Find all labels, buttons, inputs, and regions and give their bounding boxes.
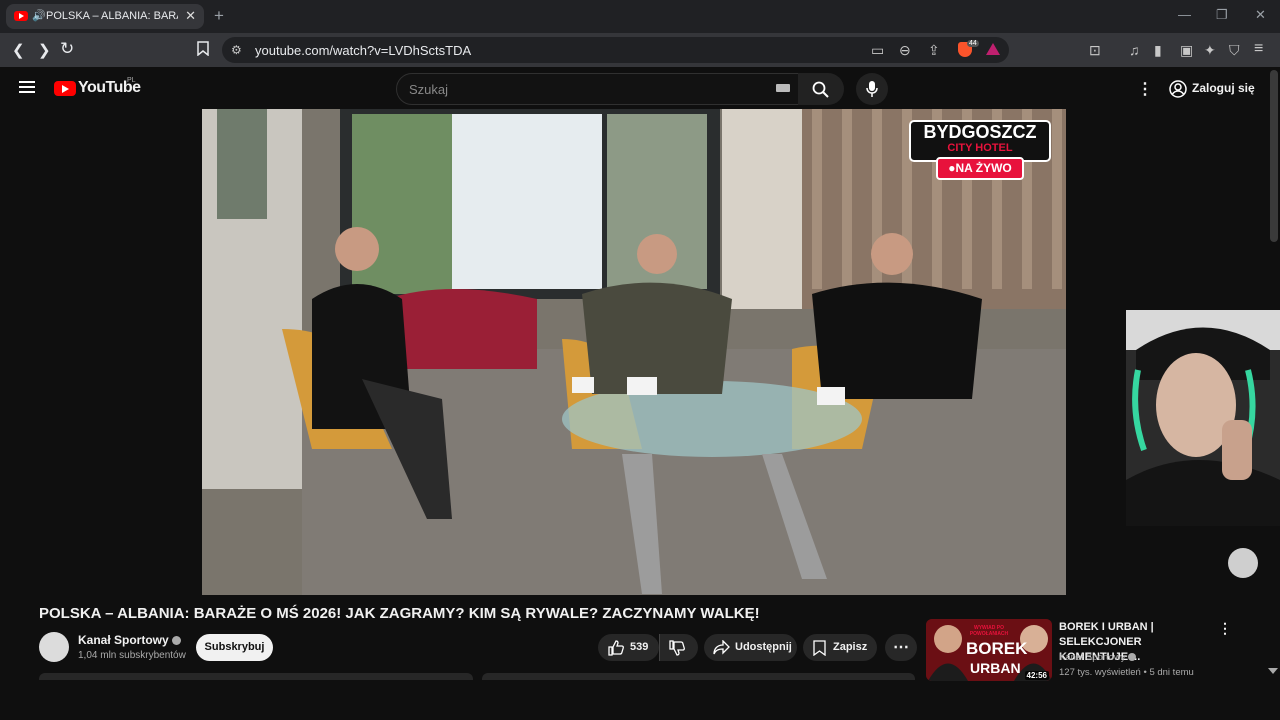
page-scrollbar[interactable] <box>1270 70 1278 242</box>
comments-card[interactable] <box>482 673 915 680</box>
search-icon <box>812 81 829 98</box>
zoom-icon[interactable]: ⊖ <box>899 42 911 59</box>
minimize-icon[interactable]: — <box>1178 7 1191 22</box>
share-button[interactable]: Udostępnij <box>704 634 797 661</box>
media-icon[interactable]: ♫ <box>1129 42 1140 58</box>
share-icon <box>713 640 730 655</box>
speaker-icon[interactable]: 🔊 <box>32 9 46 22</box>
description-card[interactable] <box>39 673 473 680</box>
voice-search-button[interactable] <box>856 73 888 105</box>
login-label: Zaloguj się <box>1192 81 1255 95</box>
webcam-scene <box>1126 310 1280 526</box>
live-indicator: ●NA ŻYWO <box>936 157 1024 180</box>
search-box <box>396 73 800 105</box>
thumbs-up-icon <box>608 640 624 656</box>
forward-icon[interactable]: ❯ <box>38 41 51 59</box>
close-tab-icon[interactable]: ✕ <box>185 8 196 24</box>
reload-icon[interactable]: ↻ <box>60 39 74 59</box>
ellipsis-icon: ⋯ <box>893 639 909 656</box>
hamburger-menu-icon[interactable] <box>19 80 35 99</box>
bookmark-icon[interactable] <box>197 41 209 57</box>
country-code: PL <box>127 77 136 84</box>
subscribe-button[interactable]: Subskrybuj <box>196 634 273 661</box>
brave-badge: 44 <box>967 40 979 47</box>
share-page-icon[interactable]: ⇪ <box>928 42 940 59</box>
related-thumb-big2: URBAN <box>970 660 1021 676</box>
sidebar-icon[interactable]: ▮ <box>1154 42 1162 59</box>
channel-name-text[interactable]: Kanał Sportowy <box>78 633 169 647</box>
microphone-icon <box>866 81 878 97</box>
cast-icon[interactable]: ▭ <box>871 42 884 59</box>
close-window-icon[interactable]: ✕ <box>1255 7 1266 23</box>
share-label: Udostępnij <box>735 641 792 653</box>
save-label: Zapisz <box>833 641 868 653</box>
channel-name[interactable]: Kanał Sportowy <box>78 633 182 647</box>
account-icon <box>1169 80 1187 98</box>
related-channel-name[interactable]: Kanał Sportowy <box>1059 652 1126 663</box>
related-verified-icon <box>1128 653 1137 662</box>
scroll-down-arrow-icon[interactable] <box>1268 668 1278 674</box>
video-frame-scene <box>202 109 1066 595</box>
search-button[interactable] <box>798 73 844 105</box>
reader-icon[interactable]: ⊡ <box>1089 42 1101 59</box>
related-video-thumbnail[interactable]: WYWIAD PO POWOŁANIACH BOREK URBAN 42:56 <box>926 619 1052 681</box>
search-input[interactable] <box>407 81 741 98</box>
video-player[interactable]: BYDGOSZCZ CITY HOTEL ●NA ŻYWO <box>202 109 1066 595</box>
vpn-icon[interactable]: ⛉ <box>1229 42 1240 59</box>
save-bookmark-icon <box>813 640 826 656</box>
rewards-icon[interactable] <box>986 43 1000 55</box>
subscriber-count: 1,04 mln subskrybentów <box>78 650 186 661</box>
site-info-icon[interactable]: ⚙ <box>231 43 242 57</box>
more-options-icon[interactable]: ⋮ <box>1137 79 1153 99</box>
related-more-icon[interactable]: ⋮ <box>1218 620 1232 637</box>
related-duration: 42:56 <box>1024 671 1049 680</box>
restore-icon[interactable]: ❐ <box>1216 7 1228 23</box>
login-button[interactable]: Zaloguj się <box>1164 75 1256 103</box>
youtube-logo-icon[interactable] <box>54 81 76 96</box>
live-overlay-badge: BYDGOSZCZ CITY HOTEL <box>909 120 1051 162</box>
back-icon[interactable]: ❮ <box>12 41 25 59</box>
video-title: POLSKA – ALBANIA: BARAŻE O MŚ 2026! JAK … <box>39 605 760 622</box>
tab-title: POLSKA – ALBANIA: BARAŻE <box>46 10 178 22</box>
related-channel[interactable]: Kanał Sportowy <box>1059 652 1137 663</box>
youtube-favicon-icon <box>14 11 28 21</box>
leo-ai-icon[interactable]: ✦ <box>1204 42 1216 59</box>
thumbs-down-icon <box>669 640 685 656</box>
more-actions-button[interactable]: ⋯ <box>885 634 917 661</box>
wallet-icon[interactable]: ▣ <box>1180 42 1193 59</box>
browser-tab[interactable]: 🔊 POLSKA – ALBANIA: BARAŻE ✕ <box>6 4 204 29</box>
keyboard-icon[interactable] <box>776 84 790 92</box>
channel-avatar[interactable] <box>39 632 69 662</box>
new-tab-button[interactable]: + <box>214 6 224 26</box>
related-thumb-small-text: WYWIAD PO POWOŁANIACH <box>969 625 1009 637</box>
like-button[interactable]: 539 <box>598 634 659 661</box>
overlay-line2: CITY HOTEL <box>947 142 1013 154</box>
verified-icon <box>172 636 182 646</box>
dislike-button[interactable] <box>659 634 698 661</box>
like-count: 539 <box>630 641 649 653</box>
channel-watermark-icon[interactable] <box>1228 548 1258 578</box>
save-button[interactable]: Zapisz <box>803 634 877 661</box>
webcam-overlay <box>1126 310 1280 526</box>
url-text[interactable]: youtube.com/watch?v=LVDhSctsTDA <box>255 43 471 58</box>
related-video-meta: 127 tys. wyświetleń • 5 dni temu <box>1059 667 1194 678</box>
overlay-line1: BYDGOSZCZ <box>923 122 1037 142</box>
related-thumb-big1: BOREK <box>966 639 1028 658</box>
menu-icon[interactable]: ≡ <box>1254 40 1263 58</box>
